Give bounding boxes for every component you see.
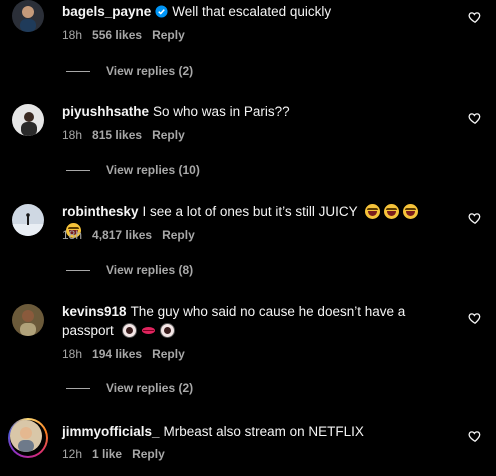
heart-icon[interactable] [468,10,482,24]
comment-meta: 18h 194 likes Reply [62,347,185,361]
eye-emoji [121,323,137,338]
avatar-photo-icon [12,204,44,236]
like-count[interactable]: 556 likes [92,28,142,42]
comment-text-line: bagels_payne Well that escalated quickly [62,2,436,21]
divider [66,387,90,389]
avatar[interactable] [12,104,44,136]
heart-icon[interactable] [468,211,482,225]
lips-emoji [141,323,156,338]
view-replies-button[interactable]: View replies (8) [66,263,193,277]
view-replies-label: View replies (2) [106,64,194,78]
timestamp[interactable]: 18h [62,228,82,242]
avatar [10,420,42,452]
heart-icon[interactable] [468,311,482,325]
avatar-photo-icon [12,0,44,32]
comment-text-line: piyushhsathe So who was in Paris?? [62,102,436,121]
laughing-face-emoji [384,204,400,219]
comment-text: So who was in Paris?? [153,104,290,119]
comment-text-line: kevins918 The guy who said no cause he do… [62,302,436,340]
verified-badge-icon [155,5,168,18]
comment-meta: 12h 1 like Reply [62,447,165,461]
view-replies-label: View replies (2) [106,381,194,395]
comment-meta: 18h 556 likes Reply [62,28,185,42]
laughing-face-emoji [403,204,419,219]
like-count[interactable]: 1 like [92,447,122,461]
view-replies-button[interactable]: View replies (10) [66,163,200,177]
timestamp[interactable]: 18h [62,28,82,42]
timestamp[interactable]: 12h [62,447,82,461]
timestamp[interactable]: 18h [62,347,82,361]
heart-icon[interactable] [468,429,482,443]
avatar[interactable] [12,204,44,236]
avatar[interactable] [12,0,44,32]
reply-button[interactable]: Reply [162,228,195,242]
story-ring[interactable] [8,418,48,458]
comment-meta: 18h 815 likes Reply [62,128,185,142]
username[interactable]: robinthesky [62,204,139,219]
reply-button[interactable]: Reply [152,28,185,42]
avatar[interactable] [12,304,44,336]
divider [66,70,90,72]
like-count[interactable]: 4,817 likes [92,228,152,242]
divider [66,169,90,171]
comment-meta: 18h 4,817 likes Reply [62,228,195,242]
comment-text: Mrbeast also stream on NETFLIX [163,424,364,439]
view-replies-button[interactable]: View replies (2) [66,64,193,78]
view-replies-label: View replies (10) [106,163,200,177]
like-count[interactable]: 815 likes [92,128,142,142]
heart-icon[interactable] [468,111,482,125]
view-replies-label: View replies (8) [106,263,194,277]
reply-button[interactable]: Reply [152,128,185,142]
timestamp[interactable]: 18h [62,128,82,142]
reply-button[interactable]: Reply [152,347,185,361]
avatar-photo-icon [12,304,44,336]
avatar-photo-icon [10,420,42,452]
username[interactable]: jimmyofficials_ [62,424,160,439]
view-replies-button[interactable]: View replies (2) [66,381,193,395]
like-count[interactable]: 194 likes [92,347,142,361]
eye-emoji [159,323,175,338]
laughing-face-emoji [365,204,381,219]
reply-button[interactable]: Reply [132,447,165,461]
comment-text: Well that escalated quickly [172,4,332,19]
username[interactable]: kevins918 [62,304,127,319]
username[interactable]: bagels_payne [62,4,151,19]
divider [66,269,90,271]
username[interactable]: piyushhsathe [62,104,149,119]
comment-text: I see a lot of ones but it’s still JUICY [142,204,358,219]
avatar-photo-icon [12,104,44,136]
comment-text-line: jimmyofficials_ Mrbeast also stream on NE… [62,422,436,441]
